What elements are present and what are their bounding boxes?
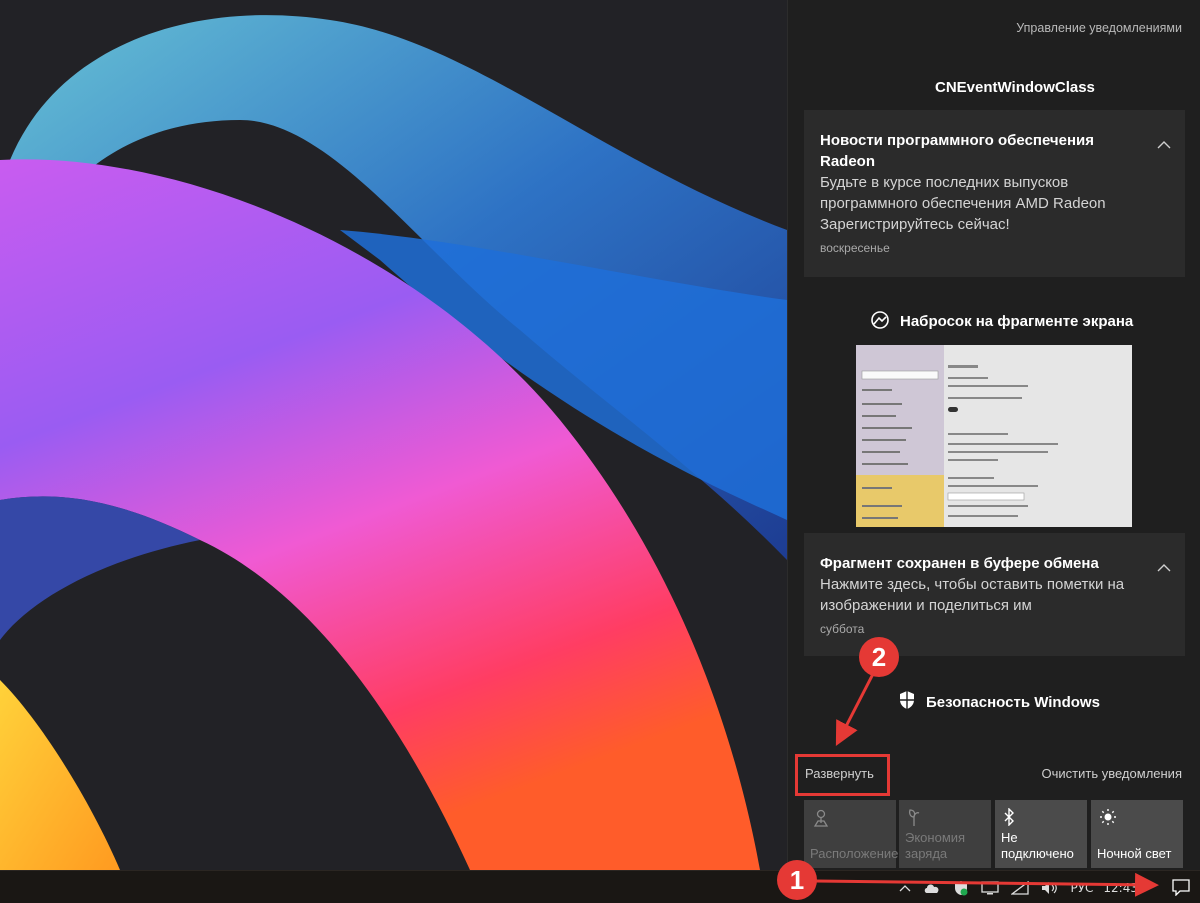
system-tray: РУС 12:43 [893,871,1200,903]
annotation-badge-step1: 1 [777,860,817,900]
group-header-cneventwindowclass[interactable]: CNEventWindowClass [935,79,1095,96]
annotation-highlight-box [795,754,890,796]
manage-notifications-link[interactable]: Управление уведомлениями [1016,21,1182,35]
chevron-up-icon[interactable] [1157,140,1171,149]
clear-notifications-button[interactable]: Очистить уведомления [1042,766,1182,781]
quick-action-night-light[interactable]: Ночной свет [1091,800,1183,868]
group-header-snip-sketch[interactable]: Набросок на фрагменте экрана [870,311,1133,330]
snip-preview-image[interactable] [856,345,1132,527]
quick-action-label: Экономия заряда [905,830,966,861]
annotation-badge-step2: 2 [859,637,899,677]
desktop-wallpaper [0,0,787,870]
quick-action-battery-saver[interactable]: Экономия заряда [899,800,991,868]
action-center-button[interactable] [1162,871,1200,903]
chevron-up-icon[interactable] [899,884,911,892]
toast-body: Нажмите здесь, чтобы оставить пометки на… [820,576,1125,614]
settings-screenshot-thumbnail [856,345,1132,527]
group-app-name: Безопасность Windows [926,694,1100,711]
snip-sketch-icon [871,311,889,329]
quick-action-location[interactable]: Расположение [804,800,899,868]
quick-action-label: Ночной свет [1097,846,1172,861]
clock[interactable]: 12:43 [1103,881,1138,895]
shield-icon [900,691,914,709]
toast-time: воскресенье [820,241,890,255]
security-shield-icon[interactable] [953,880,969,896]
quick-action-label: Не подключено [1001,830,1074,861]
notification-toast-radeon[interactable]: Новости программного обеспечения Radeon … [804,110,1185,277]
toast-title: Фрагмент сохранен в буфере обмена [820,555,1099,572]
wallpaper-image [0,0,787,870]
quick-action-bluetooth[interactable]: Не подключено [995,800,1087,868]
display-icon[interactable] [981,880,1000,895]
group-header-windows-security[interactable]: Безопасность Windows [898,690,1100,711]
chevron-up-icon[interactable] [1157,563,1171,572]
taskbar: РУС 12:43 [0,870,1200,903]
night-light-icon [1100,809,1116,825]
cloud-icon[interactable] [923,882,941,894]
battery-saver-icon [908,809,920,826]
toast-title: Новости программного обеспечения Radeon [820,132,1095,170]
toast-body: Будьте в курсе последних выпусков програ… [820,174,1106,233]
language-indicator[interactable]: РУС [1070,881,1093,895]
group-app-name: Набросок на фрагменте экрана [900,313,1134,330]
group-app-name: CNEventWindowClass [935,79,1095,96]
toast-time: суббота [820,622,865,636]
volume-icon[interactable] [1041,881,1059,895]
location-icon [813,809,829,827]
quick-action-label: Расположение [810,846,899,861]
bluetooth-icon [1004,808,1014,826]
network-icon[interactable] [1011,880,1030,895]
notification-icon [1172,879,1190,896]
notification-toast-snip[interactable]: Фрагмент сохранен в буфере обмена Нажмит… [804,533,1185,656]
